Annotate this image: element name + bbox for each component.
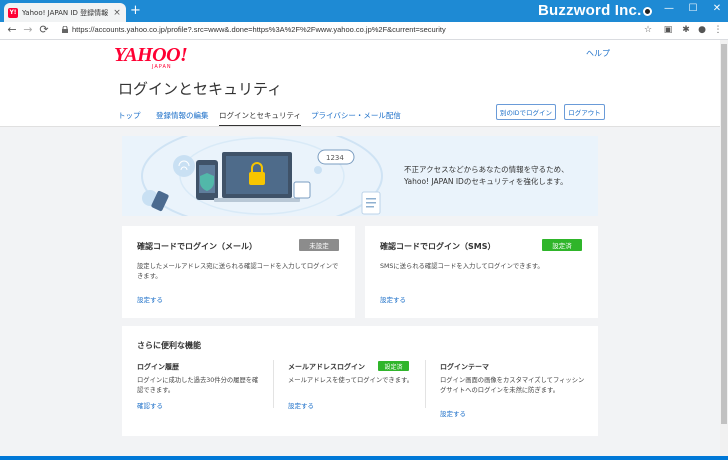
reload-button[interactable]: ⟳ <box>38 23 50 36</box>
address-bar[interactable]: https://accounts.yahoo.co.jp/profile?.sr… <box>72 25 446 34</box>
banner-text: 不正アクセスなどからあなたの情報を守るため、 Yahoo! JAPAN IDのセ… <box>404 164 569 188</box>
maximize-button[interactable]: ☐ <box>686 3 700 14</box>
logout-button[interactable]: ログアウト <box>564 104 605 120</box>
extensions-icon[interactable]: ✱ <box>680 25 692 35</box>
menu-icon[interactable]: ⋮ <box>712 25 724 35</box>
close-tab-icon[interactable]: × <box>112 8 122 18</box>
screenshot-extension-icon[interactable]: ▣ <box>662 25 674 35</box>
login-history-link[interactable]: 確認する <box>137 400 163 410</box>
other-id-login-button[interactable]: 別のIDでログイン <box>496 104 556 120</box>
code-bubble-text: 1234 <box>326 154 344 162</box>
close-window-button[interactable]: ✕ <box>710 3 724 14</box>
back-button[interactable]: ← <box>6 23 18 36</box>
login-theme-setup-link[interactable]: 設定する <box>440 408 466 418</box>
profile-icon[interactable] <box>643 7 652 16</box>
features-divider-1 <box>273 360 274 408</box>
scrollbar-thumb[interactable] <box>721 44 727 424</box>
page-title: ログインとセキュリティ <box>118 80 283 98</box>
yahoo-logo[interactable]: YAHOO! <box>114 44 188 67</box>
email-login-setup-link[interactable]: 設定する <box>288 400 314 410</box>
features-divider-2 <box>425 360 426 408</box>
email-code-status-badge: 未設定 <box>299 239 339 251</box>
browser-tab[interactable]: Y! Yahoo! JAPAN ID 登録情報 - Yah × <box>4 3 126 22</box>
lock-icon[interactable] <box>62 26 68 33</box>
yahoo-favicon-icon: Y! <box>8 7 18 18</box>
watermark-text: Buzzword Inc. <box>538 2 642 19</box>
email-code-setup-link[interactable]: 設定する <box>137 294 163 304</box>
features-card: さらに便利な機能 ログイン履歴 ログインに成功した過去30件分の履歴を確認できま… <box>122 326 598 436</box>
banner-line-1: 不正アクセスなどからあなたの情報を守るため、 <box>404 165 569 174</box>
forward-button[interactable]: → <box>22 23 34 36</box>
tab-login-security[interactable]: ログインとセキュリティ <box>219 110 302 127</box>
banner-line-2: Yahoo! JAPAN IDのセキュリティを強化します。 <box>404 177 568 186</box>
browser-toolbar: ← → ⟳ https://accounts.yahoo.co.jp/profi… <box>0 22 728 40</box>
sms-code-status-badge: 設定済 <box>542 239 582 251</box>
email-login-status-badge: 設定済 <box>378 361 409 371</box>
tab-top[interactable]: トップ <box>118 110 141 125</box>
login-history-desc: ログインに成功した過去30件分の履歴を確認できます。 <box>137 377 259 394</box>
minimize-button[interactable]: — <box>662 3 676 14</box>
page-scrollbar[interactable] <box>720 40 728 456</box>
login-history-title: ログイン履歴 <box>137 363 179 371</box>
sms-code-title: 確認コードでログイン（SMS） <box>380 242 496 251</box>
help-link[interactable]: ヘルプ <box>586 48 610 59</box>
yahoo-logo-subtext: JAPAN <box>152 64 172 70</box>
sms-code-setup-link[interactable]: 設定する <box>380 294 406 304</box>
new-tab-button[interactable]: + <box>130 4 141 18</box>
sms-code-card: 確認コードでログイン（SMS） 設定済 SMSに送られる確認コードを入力してログ… <box>365 226 598 318</box>
account-icon[interactable]: ● <box>696 25 708 35</box>
tab-edit-profile[interactable]: 登録情報の編集 <box>156 110 209 125</box>
features-title: さらに便利な機能 <box>137 341 201 350</box>
email-login-desc: メールアドレスを使ってログインできます。 <box>288 377 413 384</box>
email-code-title: 確認コードでログイン（メール） <box>137 242 257 251</box>
security-banner: 1234 不正アクセスなどからあなたの情報を守るため、 Yahoo! JAPAN… <box>122 136 598 216</box>
browser-titlebar: Y! Yahoo! JAPAN ID 登録情報 - Yah × + Buzzwo… <box>0 0 728 22</box>
bookmark-star-icon[interactable]: ☆ <box>642 25 654 35</box>
window-bottom-edge <box>0 456 728 460</box>
sms-code-desc: SMSに送られる確認コードを入力してログインできます。 <box>380 263 544 270</box>
email-code-desc: 設定したメールアドレス宛に送られる確認コードを入力してログインできます。 <box>137 263 339 280</box>
page-content: YAHOO! JAPAN ヘルプ ログインとセキュリティ トップ 登録情報の編集… <box>0 40 720 456</box>
email-code-card: 確認コードでログイン（メール） 未設定 設定したメールアドレス宛に送られる確認コ… <box>122 226 355 318</box>
login-theme-title: ログインテーマ <box>440 363 489 371</box>
login-theme-desc: ログイン画面の画像をカスタマイズしてフィッシングサイトへのログインを未然に防ぎま… <box>440 377 585 394</box>
email-login-title: メールアドレスログイン <box>288 363 365 371</box>
tab-privacy-mail[interactable]: プライバシー・メール配信 <box>311 110 401 125</box>
tab-title: Yahoo! JAPAN ID 登録情報 - Yah <box>22 8 109 17</box>
